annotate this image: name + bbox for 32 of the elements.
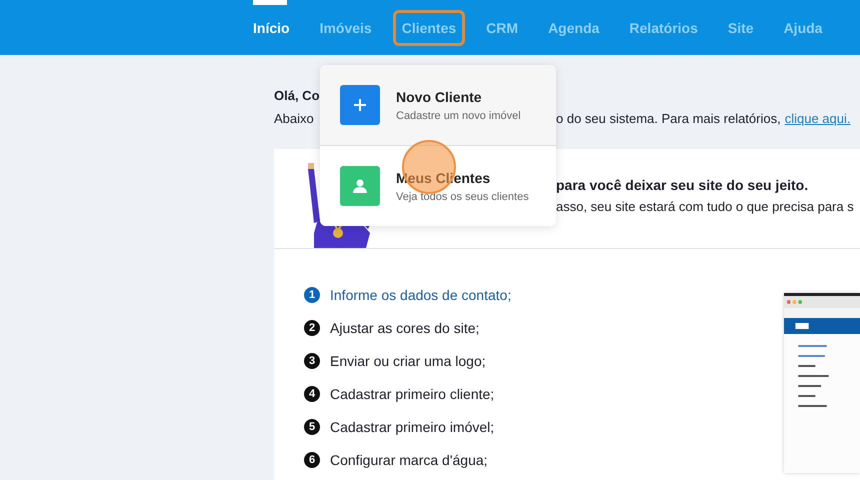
plus-icon: [340, 85, 380, 125]
nav-tab[interactable]: Início: [244, 10, 299, 46]
step-number: 2: [304, 320, 320, 336]
card-heading: para você deixar seu site do seu jeito.: [556, 177, 810, 193]
reports-link[interactable]: clique aqui.: [784, 110, 850, 126]
step-number: 3: [304, 353, 320, 369]
menu-item-subtitle: Veja todos os seus clientes: [396, 190, 529, 202]
greeting: Olá, Co: [274, 88, 320, 105]
step-link[interactable]: Configurar marca d'água;: [330, 452, 488, 468]
step-number: 4: [304, 386, 320, 402]
step-link[interactable]: Cadastrar primeiro imóvel;: [330, 419, 494, 435]
nav-tab[interactable]: CRM: [477, 10, 528, 46]
step-link[interactable]: Cadastrar primeiro cliente;: [330, 386, 494, 402]
nav-tab[interactable]: Agenda: [539, 10, 608, 46]
card-text: asso, seu site estará com tudo o que precisa para s: [556, 199, 854, 214]
nav-tab[interactable]: Clientes: [392, 10, 466, 46]
step-number: 6: [304, 452, 320, 468]
menu-item[interactable]: Novo Cliente Cadastre um novo imóvel: [320, 65, 556, 145]
step-link[interactable]: Enviar ou criar uma logo;: [330, 353, 486, 369]
nav-tab[interactable]: Imóveis: [310, 10, 381, 46]
menu-item-title: Novo Cliente: [396, 88, 483, 104]
nav-tab[interactable]: Site: [718, 10, 763, 46]
step-link[interactable]: Ajustar as cores do site;: [330, 320, 480, 336]
nav-tab[interactable]: Ajuda: [774, 10, 832, 46]
person-icon: [340, 166, 380, 206]
intro-text: o do seu sistema. Para mais relatórios,: [556, 110, 781, 126]
intro-text: Abaixo: [274, 110, 314, 126]
step-link[interactable]: Informe os dados de contato;: [330, 287, 512, 303]
step-number: 5: [304, 419, 320, 435]
step-number: 1: [304, 287, 320, 303]
nav-tab[interactable]: Relatórios: [620, 10, 707, 46]
menu-item-subtitle: Cadastre um novo imóvel: [396, 110, 521, 122]
